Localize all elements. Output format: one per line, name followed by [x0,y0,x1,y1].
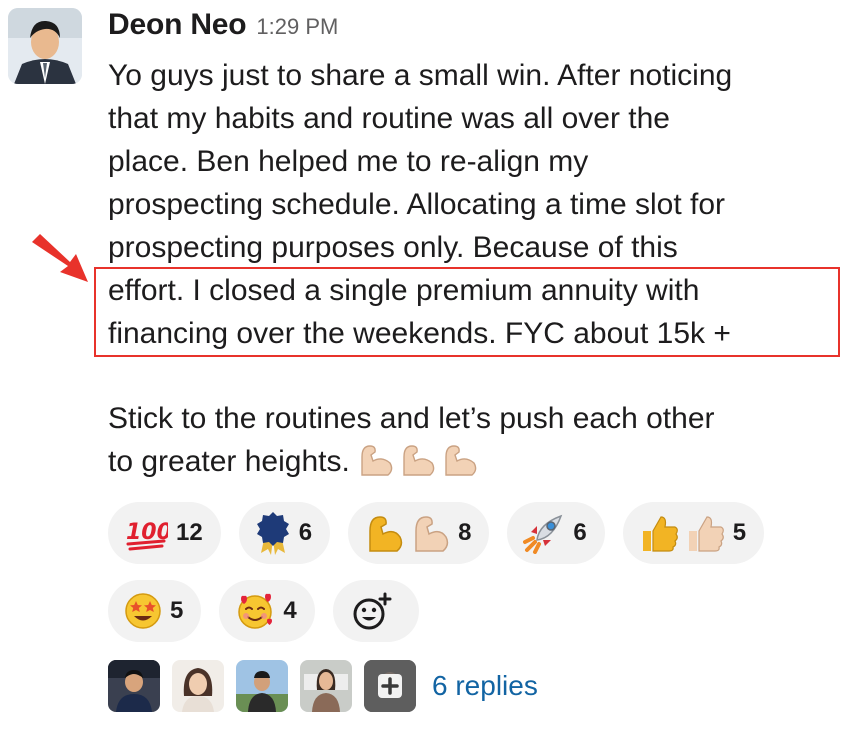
reaction-count: 6 [298,519,313,546]
message-line: prospecting schedule. Allocating a time … [108,188,726,221]
author-avatar[interactable] [8,8,82,84]
reactions-bar: 100 12 6 8 6 5 5 4 [108,502,848,658]
replier-avatar [172,660,224,712]
flexed-biceps-icon [356,443,482,489]
message-timestamp[interactable]: 1:29 PM [256,14,338,40]
reaction-count: 5 [170,597,184,624]
highlight-box [94,267,840,357]
replier-avatar [300,660,352,712]
rosette-icon [256,512,289,555]
reaction-rocket[interactable]: 6 [507,502,605,564]
hundred-points-icon: 100 [126,520,168,551]
flexed-biceps-light-icon [415,516,449,552]
reaction-thumbs-up[interactable]: 5 [622,502,765,564]
thumbs-up-dark-icon [642,516,678,552]
replier-avatar [108,660,160,712]
message-line-with-emoji: to greater heights. [108,440,848,483]
reaction-count: 12 [176,519,203,546]
message-header: Deon Neo 1:29 PM [108,8,338,48]
add-reaction-button[interactable] [332,580,419,642]
reaction-star-struck[interactable]: 5 [108,580,202,642]
reaction-count: 6 [573,519,587,546]
reaction-hundred[interactable]: 100 12 [108,502,221,564]
replier-avatar [236,660,288,712]
reaction-count: 4 [283,597,297,624]
reaction-smiling-hearts[interactable]: 4 [219,580,315,642]
reaction-count: 8 [458,519,472,546]
message-line: Stick to the routines and let’s push eac… [108,402,715,435]
replies-link[interactable]: 6 replies [432,670,538,702]
plus-icon [364,660,416,712]
reactions-row: 5 4 [108,580,848,646]
message-line: that my habits and routine was all over … [108,102,670,135]
add-reaction-icon [353,592,392,630]
message-line: Yo guys just to share a small win. After… [108,59,733,92]
rocket-icon [523,514,563,554]
star-struck-icon [125,593,161,629]
message-line: place. Ben helped me to re-align my [108,145,589,178]
more-repliers-avatar [364,660,416,712]
message-line: prospecting purposes only. Because of th… [108,231,678,264]
avatar-photo [8,8,82,84]
thread-summary[interactable]: 6 replies [108,658,538,714]
red-arrow-icon [32,234,88,282]
reactions-row: 100 12 6 8 6 5 [108,502,848,568]
reaction-rosette[interactable]: 6 [238,502,331,564]
reaction-count: 5 [732,519,747,546]
thumbs-up-light-icon [688,516,724,552]
reaction-biceps[interactable]: 8 [348,502,490,564]
flexed-biceps-dark-icon [369,516,403,552]
smiling-face-with-hearts-icon [238,593,273,629]
author-name[interactable]: Deon Neo [108,8,247,42]
message-line-text: to greater heights. [108,445,350,478]
